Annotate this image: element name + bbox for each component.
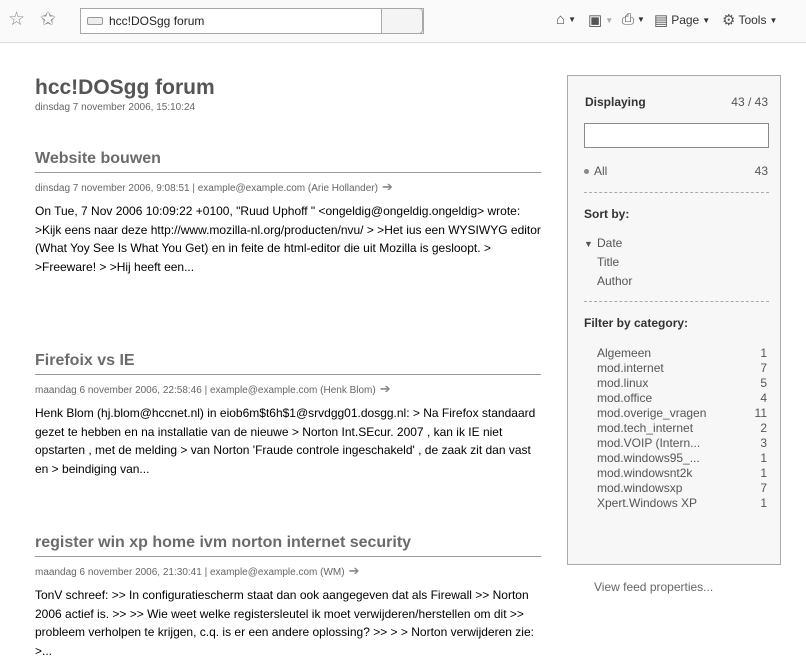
category-item[interactable]: mod.linux 5 bbox=[597, 376, 767, 390]
category-count: 3 bbox=[760, 436, 767, 450]
category-count: 2 bbox=[760, 421, 767, 435]
category-name: mod.linux bbox=[597, 376, 649, 390]
category-count: 5 bbox=[760, 376, 767, 390]
category-count: 1 bbox=[760, 451, 767, 465]
tools-menu-button[interactable]: ⚙ Tools ▼ bbox=[722, 11, 777, 29]
new-tab-button[interactable] bbox=[381, 8, 423, 34]
category-name: mod.VOIP (Intern... bbox=[597, 436, 701, 450]
bullet-icon bbox=[584, 169, 589, 175]
category-count: 4 bbox=[760, 391, 767, 405]
sort-option-author[interactable]: Author bbox=[597, 274, 632, 288]
feed-item-meta: dinsdag 7 november 2006, 9:08:51 | examp… bbox=[35, 179, 541, 195]
displaying-label: Displaying bbox=[585, 95, 646, 109]
page-title: hcc!DOSgg forum bbox=[35, 76, 215, 99]
category-name: Algemeen bbox=[597, 346, 652, 360]
filter-all-count: 43 bbox=[754, 164, 768, 178]
filter-all[interactable]: All bbox=[584, 164, 607, 178]
divider bbox=[584, 192, 769, 193]
feed-item-meta-text: maandag 6 november 2006, 21:30:41 | exam… bbox=[35, 567, 345, 578]
feed-item-body: On Tue, 7 Nov 2006 10:09:22 +0100, "Ruud… bbox=[35, 204, 541, 274]
chevron-down-icon: ▼ bbox=[568, 15, 576, 24]
page-icon: ▤ bbox=[654, 12, 669, 29]
feed-item-body: Henk Blom (hj.blom@hccnet.nl) in eiob6m$… bbox=[35, 406, 536, 476]
feed-item-meta-text: maandag 6 november 2006, 22:58:46 | exam… bbox=[35, 385, 376, 396]
category-name: mod.office bbox=[597, 391, 653, 405]
feed-item-meta: maandag 6 november 2006, 22:58:46 | exam… bbox=[35, 381, 541, 397]
divider bbox=[584, 301, 769, 302]
category-item[interactable]: mod.internet 7 bbox=[597, 361, 767, 375]
sort-descending-icon: ▼ bbox=[584, 239, 593, 249]
feed-item: register win xp home ivm norton internet… bbox=[35, 534, 541, 660]
gear-icon: ⚙ bbox=[722, 12, 736, 29]
category-count: 1 bbox=[760, 496, 767, 510]
category-name: mod.overige_vragen bbox=[597, 406, 707, 420]
category-count: 7 bbox=[760, 361, 767, 375]
feed-item-title[interactable]: Firefoix vs IE bbox=[35, 352, 541, 375]
category-item[interactable]: mod.VOIP (Intern... 3 bbox=[597, 436, 767, 450]
sort-heading: Sort by: bbox=[584, 207, 630, 221]
print-button[interactable]: ⎙ ▼ bbox=[622, 11, 645, 28]
tab-title: hcc!DOSgg forum bbox=[109, 14, 205, 28]
sort-option-date[interactable]: Date bbox=[597, 236, 622, 250]
feed-item-title[interactable]: Website bouwen bbox=[35, 150, 541, 173]
category-name: Xpert.Windows XP bbox=[597, 496, 698, 510]
category-count: 1 bbox=[760, 346, 767, 360]
category-item[interactable]: mod.overige_vragen 11 bbox=[597, 406, 767, 420]
filter-all-label: All bbox=[594, 164, 608, 178]
category-name: mod.windows95_... bbox=[597, 451, 700, 465]
home-icon: ⌂ bbox=[556, 11, 566, 28]
category-name: mod.windowsnt2k bbox=[597, 466, 693, 480]
filter-heading: Filter by category: bbox=[584, 316, 689, 330]
chevron-down-icon: ▼ bbox=[702, 15, 711, 25]
category-name: mod.windowsxp bbox=[597, 481, 683, 495]
category-item[interactable]: mod.windows95_... 1 bbox=[597, 451, 767, 465]
feed-sidebar: Displaying 43 / 43 All 43 Sort by: ▼ Dat… bbox=[567, 75, 781, 565]
print-icon: ⎙ bbox=[622, 11, 635, 28]
feed-item-body: TonV schreef: >> In configuratiescherm s… bbox=[35, 588, 534, 658]
add-favorites-icon[interactable]: ✩ bbox=[40, 10, 56, 30]
chevron-down-icon: ▼ bbox=[637, 15, 645, 24]
category-item[interactable]: mod.tech_internet 2 bbox=[597, 421, 767, 435]
view-feed-properties-link[interactable]: View feed properties... bbox=[594, 580, 713, 594]
feed-item: Firefoix vs IE maandag 6 november 2006, … bbox=[35, 352, 541, 478]
displaying-count: 43 / 43 bbox=[731, 95, 768, 109]
feed-item-meta: maandag 6 november 2006, 21:30:41 | exam… bbox=[35, 563, 541, 579]
feed-item: Website bouwen dinsdag 7 november 2006, … bbox=[35, 150, 541, 276]
page-menu-label: Page bbox=[671, 13, 700, 27]
category-name: mod.tech_internet bbox=[597, 421, 694, 435]
chevron-down-icon: ▼ bbox=[769, 15, 778, 25]
category-item[interactable]: mod.windowsxp 7 bbox=[597, 481, 767, 495]
feed-item-meta-text: dinsdag 7 november 2006, 9:08:51 | examp… bbox=[35, 183, 378, 194]
category-count: 7 bbox=[760, 481, 767, 495]
go-arrow-icon[interactable]: ➔ bbox=[349, 563, 360, 578]
go-arrow-icon[interactable]: ➔ bbox=[380, 381, 391, 396]
category-item[interactable]: mod.windowsnt2k 1 bbox=[597, 466, 767, 480]
category-count: 1 bbox=[760, 466, 767, 480]
home-button[interactable]: ⌂ ▼ bbox=[556, 11, 576, 28]
sort-option-title[interactable]: Title bbox=[597, 255, 619, 269]
favorites-star-icon[interactable]: ☆ bbox=[8, 10, 25, 30]
category-item[interactable]: Xpert.Windows XP 1 bbox=[597, 496, 767, 510]
page-menu-button[interactable]: ▤ Page ▼ bbox=[654, 11, 710, 29]
category-item[interactable]: mod.office 4 bbox=[597, 391, 767, 405]
feed-item-title[interactable]: register win xp home ivm norton internet… bbox=[35, 534, 541, 557]
chevron-down-icon: ▼ bbox=[605, 15, 614, 25]
feeds-button[interactable]: ▣ ▼ bbox=[588, 11, 613, 29]
go-arrow-icon[interactable]: ➔ bbox=[382, 179, 393, 194]
tools-menu-label: Tools bbox=[738, 13, 767, 27]
rss-icon: ▣ bbox=[588, 12, 603, 29]
feed-favicon-icon bbox=[87, 17, 103, 25]
category-item[interactable]: Algemeen 1 bbox=[597, 346, 767, 360]
page-date: dinsdag 7 november 2006, 15:10:24 bbox=[35, 102, 196, 113]
tab-forum[interactable]: hcc!DOSgg forum bbox=[80, 8, 424, 34]
category-count: 11 bbox=[754, 406, 767, 420]
category-name: mod.internet bbox=[597, 361, 664, 375]
filter-search-input[interactable] bbox=[584, 123, 769, 148]
browser-toolbar: ☆ ✩ hcc!DOSgg forum ⌂ ▼ ▣ ▼ ⎙ ▼ ▤ Page ▼ ⚙ Too… bbox=[0, 0, 806, 43]
